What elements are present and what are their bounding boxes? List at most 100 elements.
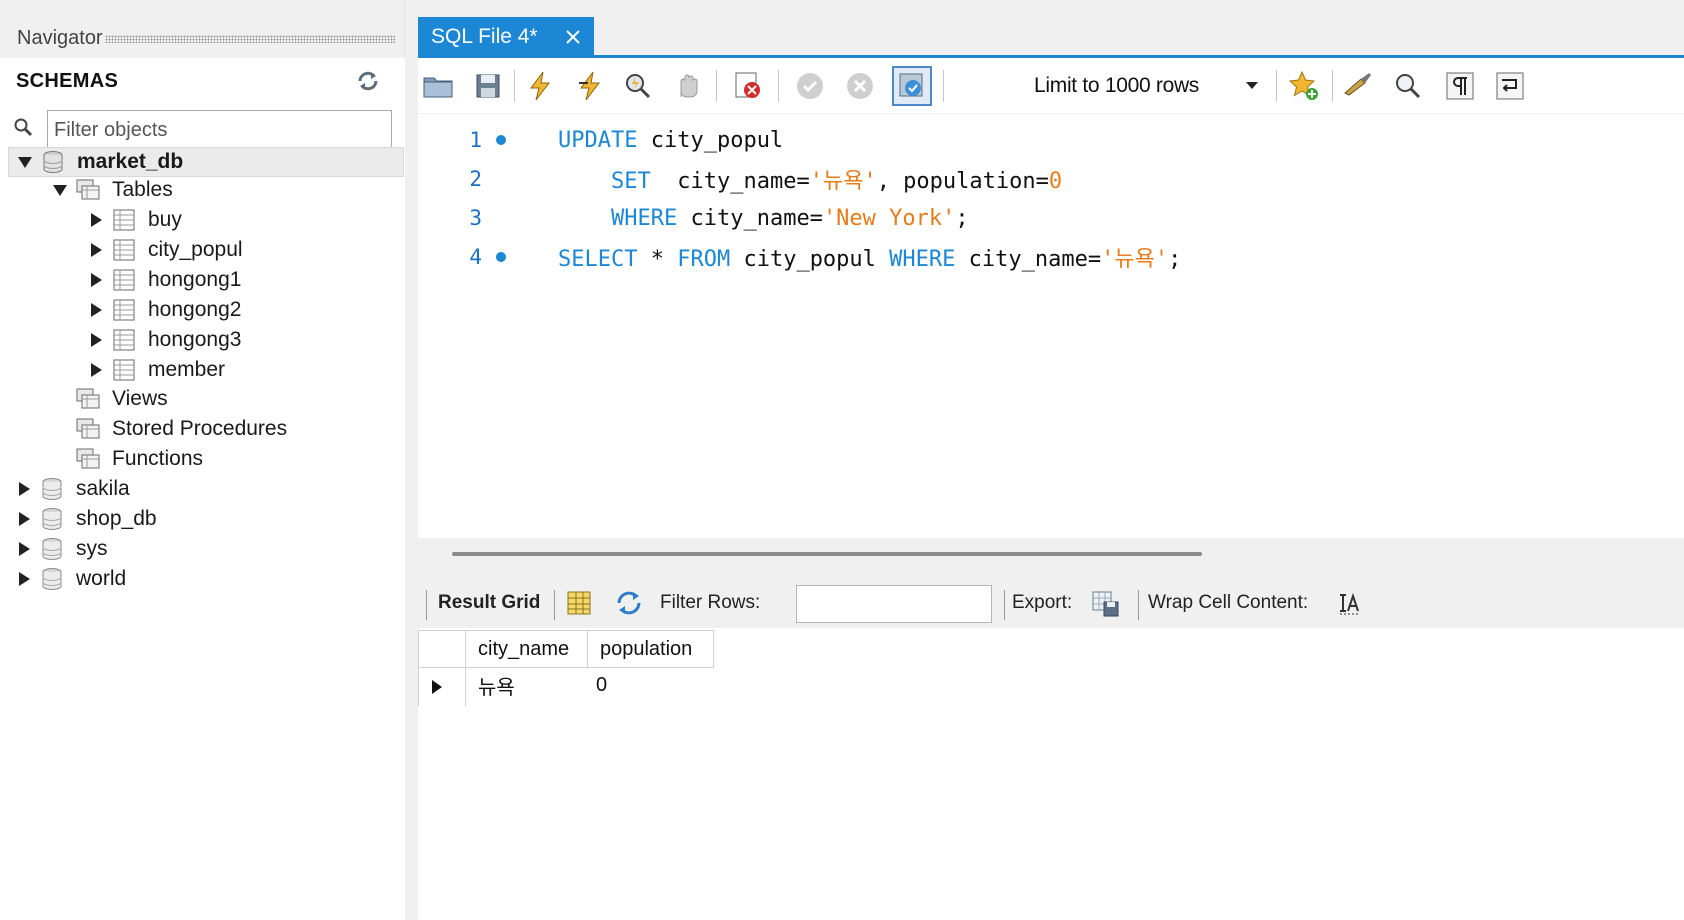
refresh-icon[interactable]	[356, 70, 380, 92]
scrollbar-thumb[interactable]	[452, 552, 1202, 556]
expand-arrow-icon[interactable]	[16, 481, 32, 497]
execute-current-icon[interactable]	[570, 66, 610, 106]
wrap-icon[interactable]	[1490, 66, 1530, 106]
table-cell[interactable]: 0	[588, 666, 714, 704]
expand-arrow-icon[interactable]	[16, 541, 32, 557]
sql-code-editor[interactable]: 1 UPDATE city_popul 2 SET city_name='뉴욕'…	[418, 114, 1684, 538]
toggle-error-icon[interactable]	[728, 66, 768, 106]
table-icon	[110, 267, 138, 293]
save-icon[interactable]	[468, 66, 508, 106]
commit-icon[interactable]	[790, 66, 830, 106]
find-icon[interactable]	[1388, 66, 1428, 106]
collapse-arrow-icon[interactable]	[17, 154, 33, 170]
sql-keyword: SELECT	[558, 247, 638, 272]
schema-item-market-db[interactable]: market_db	[8, 147, 404, 177]
autocommit-icon[interactable]	[892, 66, 932, 106]
column-header-population[interactable]: population	[588, 630, 714, 668]
explain-icon[interactable]	[618, 66, 658, 106]
open-file-icon[interactable]	[418, 66, 458, 106]
schema-label-market-db: market_db	[77, 150, 184, 173]
toolbar-separator	[514, 70, 515, 102]
tree-item-stored-procedures[interactable]: Stored Procedures	[74, 414, 287, 444]
tree-item-views[interactable]: Views	[74, 384, 168, 414]
tree-item-tables[interactable]: Tables	[52, 175, 173, 205]
horizontal-scrollbar[interactable]	[418, 538, 1684, 578]
line-number: 1	[469, 128, 482, 152]
tree-item-functions[interactable]: Functions	[74, 444, 203, 474]
table-item-hongong2[interactable]: hongong2	[88, 295, 241, 325]
invisible-chars-icon[interactable]	[1440, 66, 1480, 106]
filter-rows-label: Filter Rows:	[660, 592, 761, 613]
chevron-down-icon	[1246, 82, 1258, 89]
cell-value: 뉴욕	[478, 676, 515, 699]
schema-item-world[interactable]: world	[16, 564, 126, 594]
export-label: Export:	[1012, 592, 1073, 613]
table-cell[interactable]: 뉴욕	[466, 666, 588, 704]
database-icon	[38, 476, 66, 502]
table-item-buy[interactable]: buy	[88, 205, 182, 235]
export-icon[interactable]	[1090, 588, 1120, 618]
wrap-cell-icon[interactable]	[1334, 588, 1364, 618]
navigator-panel: Navigator SCHEMAS market_db	[0, 0, 405, 920]
expand-arrow-icon[interactable]	[88, 272, 104, 288]
column-header-label: city_name	[478, 637, 570, 660]
schema-item-shop-db[interactable]: shop_db	[16, 504, 157, 534]
sql-keyword: SET	[611, 169, 651, 194]
sql-text: city_name=	[955, 247, 1102, 272]
toolbar-separator	[943, 70, 944, 102]
tab-sql-file[interactable]: SQL File 4*	[418, 17, 594, 57]
sql-keyword: WHERE	[889, 247, 956, 272]
table-item-city-popul[interactable]: city_popul	[88, 235, 243, 265]
collapse-arrow-icon[interactable]	[52, 182, 68, 198]
sql-keyword: UPDATE	[558, 127, 638, 153]
schema-item-sys[interactable]: sys	[16, 534, 108, 564]
sql-toolbar: Limit to 1000 rows	[418, 58, 1684, 114]
expand-arrow-icon[interactable]	[88, 242, 104, 258]
expand-arrow-icon[interactable]	[88, 302, 104, 318]
schemas-panel: SCHEMAS market_db Tables	[0, 58, 405, 920]
beautify-icon[interactable]	[1338, 66, 1378, 106]
column-header-label: population	[600, 637, 693, 660]
expand-arrow-icon[interactable]	[16, 511, 32, 527]
expand-arrow-icon[interactable]	[88, 212, 104, 228]
tree-label-stored-procedures: Stored Procedures	[112, 417, 288, 440]
schema-item-sakila[interactable]: sakila	[16, 474, 130, 504]
panel-grip[interactable]	[104, 35, 395, 43]
execute-icon[interactable]	[520, 66, 560, 106]
table-icon	[110, 357, 138, 383]
rollback-icon[interactable]	[840, 66, 880, 106]
sql-keyword: WHERE	[611, 205, 678, 231]
stop-icon[interactable]	[668, 66, 708, 106]
wrap-cell-label: Wrap Cell Content:	[1148, 592, 1309, 613]
table-item-hongong3[interactable]: hongong3	[88, 325, 241, 355]
code-text: SET city_name='뉴욕', population=0	[611, 163, 1062, 195]
sql-keyword: FROM	[677, 247, 731, 272]
navigator-header: Navigator	[0, 20, 405, 56]
filter-objects-input[interactable]	[47, 110, 392, 150]
expand-arrow-icon[interactable]	[16, 571, 32, 587]
bookmark-icon[interactable]	[1284, 66, 1324, 106]
limit-rows-select[interactable]: Limit to 1000 rows	[1028, 69, 1268, 103]
column-header-city-name[interactable]: city_name	[466, 630, 588, 668]
expand-arrow-icon[interactable]	[88, 362, 104, 378]
table-label: hongong3	[148, 328, 242, 351]
table-item-hongong1[interactable]: hongong1	[88, 265, 241, 295]
filter-row	[0, 104, 405, 150]
refresh-rows-icon[interactable]	[614, 588, 644, 618]
sql-text: city_popul	[637, 127, 784, 153]
grid-corner[interactable]	[418, 630, 466, 668]
schemas-header: SCHEMAS	[0, 58, 405, 104]
result-grid-tab[interactable]: Result Grid	[438, 592, 540, 614]
filter-rows-input[interactable]	[796, 585, 992, 623]
row-selector[interactable]	[418, 668, 466, 706]
expand-arrow-icon[interactable]	[88, 332, 104, 348]
close-icon[interactable]	[564, 28, 582, 46]
grid-icon[interactable]	[564, 588, 594, 618]
folder-icon	[74, 416, 102, 442]
code-line: 3 WHERE city_name='New York';	[418, 200, 1684, 236]
line-number: 4	[469, 245, 482, 269]
sql-string: '뉴욕'	[809, 169, 877, 194]
table-item-member[interactable]: member	[88, 355, 225, 385]
database-icon	[38, 506, 66, 532]
statement-marker-icon	[496, 252, 506, 262]
